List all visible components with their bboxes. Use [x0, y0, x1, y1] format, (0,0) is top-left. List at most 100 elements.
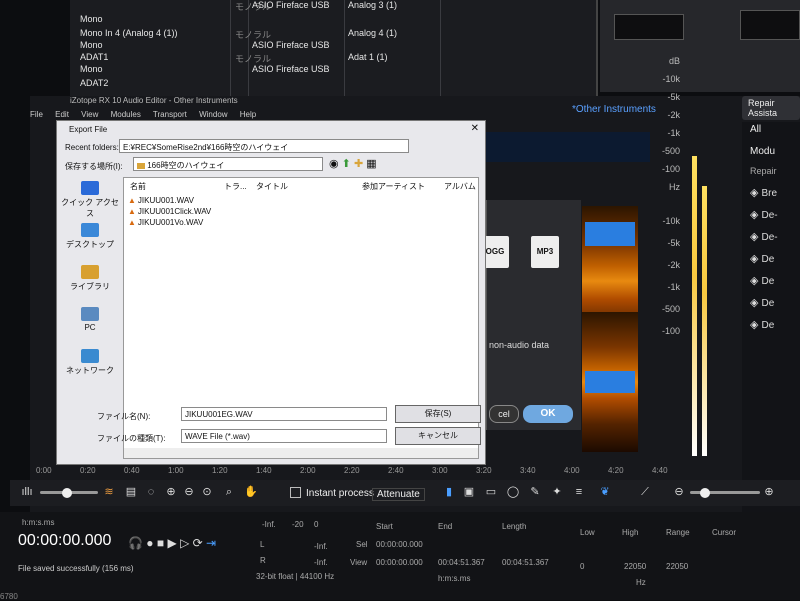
time-frequency-select-icon[interactable]: ▣ — [462, 485, 476, 499]
repair-assistant-button[interactable]: Repair Assista — [742, 96, 800, 120]
sel-start[interactable]: 00:00:00.000 — [376, 540, 423, 549]
repair-module-item[interactable]: ◈ De — [750, 318, 774, 331]
loop-icon[interactable]: ⟳ — [193, 536, 203, 550]
filename-input[interactable]: JIKUU001EG.WAV — [181, 407, 387, 421]
horizontal-scrollbar[interactable] — [124, 448, 478, 458]
filetype-select[interactable]: WAVE File (*.wav) — [181, 429, 387, 443]
low-value[interactable]: 0 — [580, 562, 584, 571]
brush-icon[interactable]: ✎ — [528, 485, 542, 499]
non-audio-option[interactable]: non-audio data — [489, 340, 549, 350]
column-album[interactable]: アルバム — [444, 181, 476, 192]
column-artist[interactable]: 参加アーティスト — [362, 181, 425, 192]
routing-row[interactable]: Mono — [70, 14, 598, 29]
export-format-modal: OGG MP3 non-audio data cel OK — [481, 200, 581, 430]
repair-module-item[interactable]: ◈ Bre — [750, 186, 777, 199]
freq-tick-label: -10k — [662, 216, 680, 226]
place-item[interactable]: クイック アクセス — [61, 181, 119, 219]
routing-row[interactable]: モノラル ASIO Fireface USB Analog 3 (1) — [70, 0, 598, 15]
menu-view[interactable]: View — [81, 110, 98, 119]
ruler-tick-label: 3:40 — [520, 466, 536, 475]
place-item[interactable]: デスクトップ — [61, 223, 119, 250]
instant-process-checkbox[interactable] — [290, 487, 301, 498]
transport-controls: 🎧 ● ■ ▶ ▷ ⟳ ⇥ — [128, 536, 216, 550]
notes-icon[interactable]: ▤ — [124, 485, 138, 499]
harmonic-select-icon[interactable]: ≡ — [572, 485, 586, 499]
repair-module-item[interactable]: ◈ De — [750, 252, 774, 265]
play-selection-icon[interactable]: ▷ — [180, 536, 189, 550]
recent-folders-select[interactable]: E:¥REC¥SomeRise2nd¥166時空のハイウェイ — [119, 139, 409, 153]
save-in-label: 保存する場所(I): — [65, 162, 123, 171]
menu-file[interactable]: File — [30, 110, 43, 119]
range-value[interactable]: 22050 — [666, 562, 688, 571]
mp3-format-icon[interactable]: MP3 — [531, 236, 559, 268]
attenuate-select[interactable]: Attenuate — [372, 488, 425, 501]
comment-icon[interactable]: ◌ — [144, 485, 158, 499]
place-item[interactable]: PC — [61, 307, 119, 332]
menu-window[interactable]: Window — [199, 110, 227, 119]
zoom-out-horizontal-icon[interactable]: ⊖ — [672, 485, 686, 499]
repair-module-item[interactable]: ◈ De- — [750, 230, 778, 243]
magic-wand-icon[interactable]: ✦ — [550, 485, 564, 499]
file-row[interactable]: JIKUU001Vo.WAV — [128, 218, 203, 227]
zoom-in-icon[interactable]: ⊕ — [164, 485, 178, 499]
time-select-icon[interactable]: ▮ — [442, 485, 456, 499]
record-icon[interactable]: ● — [146, 536, 153, 550]
repair-module-item[interactable]: ◈ De — [750, 296, 774, 309]
save-in-select[interactable]: ▆ 166時空のハイウェイ — [133, 157, 323, 171]
play-icon[interactable]: ▶ — [167, 536, 176, 550]
zoom-selection-icon[interactable]: ⌕ — [222, 485, 236, 499]
overview-waveform[interactable] — [480, 132, 650, 162]
time-format-label[interactable]: h:m:s.ms — [22, 518, 54, 527]
save-button[interactable]: 保存(S) — [395, 405, 481, 423]
place-item[interactable]: ネットワーク — [61, 349, 119, 376]
time-ruler[interactable]: 0:00 0:20 0:40 1:00 1:20 1:40 2:00 2:20 2:40 3:00… — [36, 466, 668, 478]
headphones-icon[interactable]: 🎧 — [128, 536, 143, 550]
modules-label[interactable]: Modu — [750, 146, 775, 157]
view-start[interactable]: 00:00:00.000 — [376, 558, 423, 567]
zoom-fit-icon[interactable]: ⊙ — [200, 485, 214, 499]
up-folder-icon[interactable]: ⬆ — [342, 158, 351, 170]
frequency-select-icon[interactable]: ▭ — [484, 485, 498, 499]
hand-icon[interactable]: ✋ — [244, 485, 258, 499]
filter-all[interactable]: All — [750, 124, 761, 135]
lasso-icon[interactable]: ◯ — [506, 485, 520, 499]
zoom-knob[interactable] — [700, 488, 710, 498]
format-ok-button[interactable]: OK — [523, 405, 573, 423]
feather-icon[interactable]: ❦ — [598, 485, 612, 499]
view-length[interactable]: 00:04:51.367 — [502, 558, 549, 567]
repair-module-item[interactable]: ◈ De- — [750, 208, 778, 221]
zoom-out-icon[interactable]: ⊖ — [182, 485, 196, 499]
column-name[interactable]: 名前 — [130, 181, 146, 192]
format-cancel-button[interactable]: cel — [489, 405, 519, 423]
stop-icon[interactable]: ■ — [157, 536, 164, 550]
instant-process-label: Instant process — [306, 488, 374, 499]
menu-help[interactable]: Help — [240, 110, 256, 119]
slider-knob[interactable] — [62, 488, 72, 498]
column-track[interactable]: トラ... — [224, 181, 247, 192]
file-row[interactable]: JIKUU001.WAV — [128, 196, 194, 205]
envelope-icon[interactable]: ⟋ — [638, 485, 652, 499]
close-icon[interactable]: ✕ — [471, 123, 479, 134]
file-row[interactable]: JIKUU001Click.WAV — [128, 207, 211, 216]
zoom-in-horizontal-icon[interactable]: ⊕ — [762, 485, 776, 499]
view-menu-icon[interactable]: ▦ — [366, 158, 376, 170]
view-end[interactable]: 00:04:51.367 — [438, 558, 485, 567]
column-title[interactable]: タイトル — [256, 181, 288, 192]
cancel-button[interactable]: キャンセル — [395, 427, 481, 445]
waveform-icon[interactable]: ıllı — [20, 485, 34, 499]
place-item[interactable]: ライブラリ — [61, 265, 119, 292]
menu-edit[interactable]: Edit — [55, 110, 69, 119]
filetype-label: ファイルの種類(T): — [97, 434, 166, 443]
routing-row[interactable]: ADAT2 — [70, 78, 598, 93]
bypass-icon[interactable]: ⇥ — [206, 536, 216, 550]
spectrogram-icon[interactable]: ≋ — [102, 485, 116, 499]
repair-module-item[interactable]: ◈ De — [750, 274, 774, 287]
routing-row[interactable]: Mono ASIO Fireface USB — [70, 64, 598, 79]
back-icon[interactable]: ◉ — [329, 158, 339, 170]
nav-buttons: ◉ ⬆ ✚ ▦ — [329, 157, 377, 170]
menu-transport[interactable]: Transport — [153, 110, 187, 119]
ruler-tick-label: 1:20 — [212, 466, 228, 475]
menu-modules[interactable]: Modules — [111, 110, 141, 119]
high-value[interactable]: 22050 — [624, 562, 646, 571]
new-folder-icon[interactable]: ✚ — [354, 158, 363, 170]
